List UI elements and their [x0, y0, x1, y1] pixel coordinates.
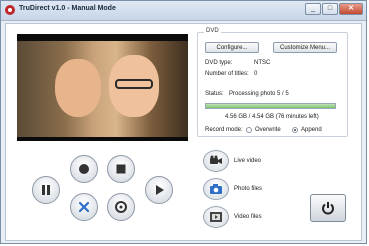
- video-camera-icon: [210, 155, 222, 164]
- video-preview: [17, 34, 188, 141]
- video-files-button[interactable]: [203, 206, 229, 228]
- live-video-button[interactable]: [203, 150, 229, 172]
- cancel-icon: [78, 201, 90, 213]
- dvd-group-legend: DVD: [204, 28, 221, 34]
- overwrite-radio[interactable]: [246, 127, 252, 133]
- dvd-type-label: DVD type:: [205, 60, 233, 66]
- title-bar: TruDirect v1.0 - Manual Mode _ □ ✕: [1, 1, 366, 21]
- num-titles-value: 0: [254, 71, 258, 77]
- pause-icon: [42, 185, 50, 195]
- disc-space-text: 4.56 GB / 4.54 GB (76 minutes left): [225, 114, 319, 120]
- power-button[interactable]: [310, 194, 346, 222]
- configure-button[interactable]: Configure...: [205, 42, 259, 53]
- disc-icon: [115, 201, 127, 213]
- maximize-button[interactable]: □: [322, 3, 338, 15]
- window-title: TruDirect v1.0 - Manual Mode: [19, 5, 116, 12]
- photo-camera-icon: [210, 184, 222, 194]
- play-button[interactable]: [145, 176, 173, 204]
- power-icon: [322, 202, 334, 215]
- record-mode-label: Record mode:: [205, 127, 243, 133]
- preview-image: [17, 41, 188, 137]
- customize-menu-button[interactable]: Customize Menu...: [273, 42, 337, 53]
- close-button[interactable]: ✕: [339, 3, 363, 15]
- num-titles-label: Number of titles:: [205, 71, 249, 77]
- status-label: Status:: [205, 91, 224, 97]
- burn-progress-bar: [205, 103, 336, 109]
- dvd-type-value: NTSC: [254, 60, 271, 66]
- photo-files-button[interactable]: [203, 178, 229, 200]
- pause-button[interactable]: [32, 176, 60, 204]
- photo-files-label: Photo files: [234, 186, 263, 192]
- record-icon: [79, 164, 89, 174]
- append-radio[interactable]: [292, 127, 298, 133]
- status-value: Processing photo 5 / 5: [229, 91, 289, 97]
- progress-fill: [206, 104, 335, 108]
- live-video-label: Live video: [234, 158, 262, 164]
- stop-icon: [116, 164, 126, 174]
- video-files-label: Video files: [234, 214, 262, 220]
- overwrite-label: Overwrite: [255, 127, 281, 133]
- append-label: Append: [301, 127, 322, 133]
- play-icon: [156, 185, 164, 195]
- minimize-button[interactable]: _: [305, 3, 321, 15]
- stop-button[interactable]: [107, 155, 135, 183]
- film-icon: [210, 212, 222, 222]
- record-button[interactable]: [70, 155, 98, 183]
- app-logo-icon: [5, 5, 15, 15]
- cancel-button[interactable]: [70, 193, 98, 221]
- eject-disc-button[interactable]: [107, 193, 135, 221]
